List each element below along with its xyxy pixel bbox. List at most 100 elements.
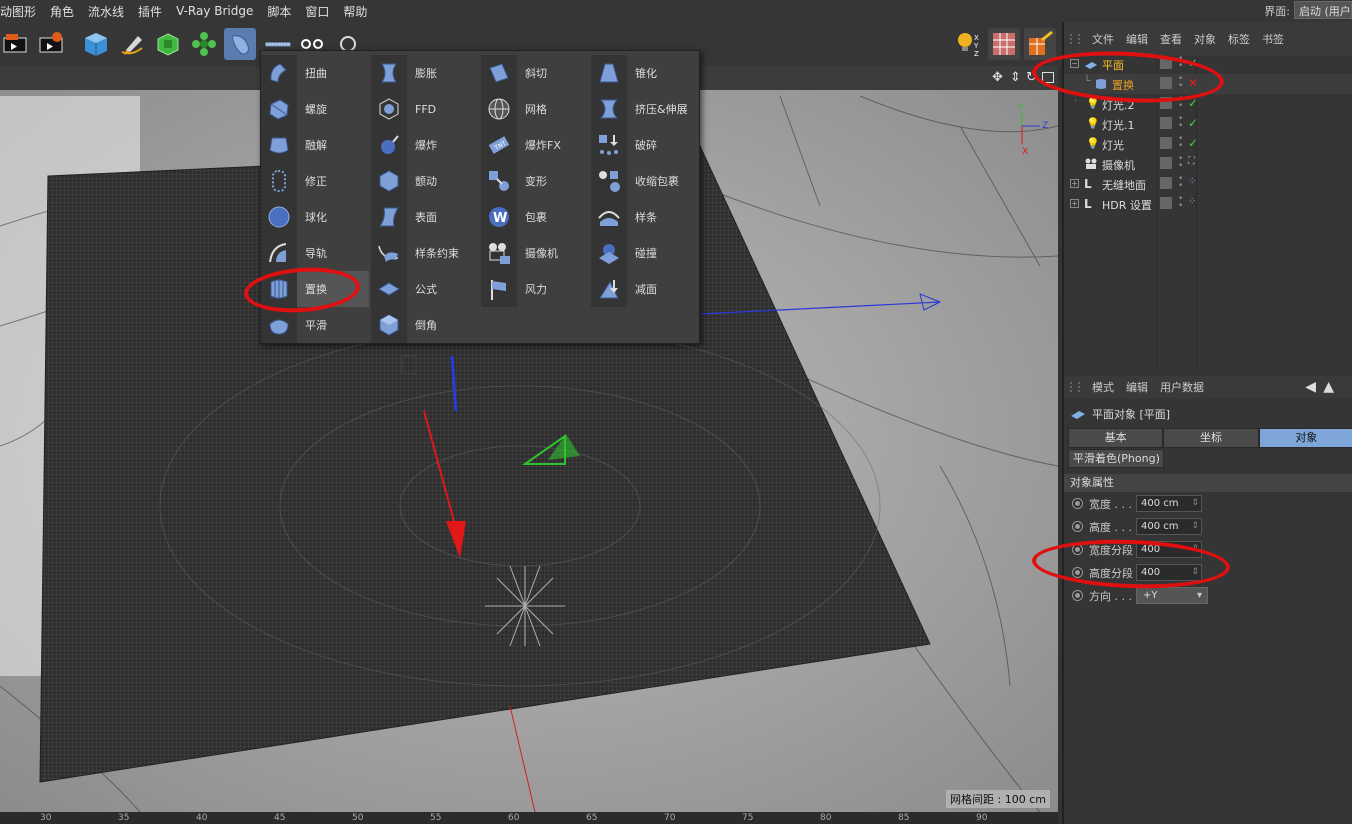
timeline-ruler[interactable]: 30 35 40 45 50 55 60 65 70 75 80 85 90: [0, 812, 1058, 824]
attr-menu-mode[interactable]: 模式: [1092, 379, 1114, 395]
object-row-camera[interactable]: 摄像机 • • ⛶: [1064, 154, 1352, 174]
menu-plugins[interactable]: 插件: [131, 3, 169, 20]
deformer-collision[interactable]: 碰撞: [591, 235, 699, 271]
back-arrow-icon[interactable]: ◀: [1305, 379, 1316, 395]
visibility-dots[interactable]: • •: [1178, 55, 1183, 71]
deformer-morph[interactable]: 变形: [481, 163, 589, 199]
deformer-surface[interactable]: 表面: [371, 199, 479, 235]
visibility-dots[interactable]: • •: [1178, 75, 1183, 91]
height-field[interactable]: 400 cm: [1136, 518, 1202, 535]
navigate-icon[interactable]: ✥: [992, 70, 1003, 85]
object-row-floor[interactable]: + L 无缝地面 • • ⁘: [1064, 174, 1352, 194]
render-view-icon[interactable]: [0, 28, 32, 60]
deformer-squash-stretch[interactable]: 挤压&伸展: [591, 91, 699, 127]
menu-script[interactable]: 脚本: [260, 3, 298, 20]
deformer-displacer[interactable]: 置换: [261, 271, 369, 307]
deformer-explosion-fx[interactable]: TNT 爆炸FX: [481, 127, 589, 163]
deformer-shatter[interactable]: 破碎: [591, 127, 699, 163]
layer-icon[interactable]: [1160, 77, 1172, 89]
layer-icon[interactable]: [1160, 117, 1172, 129]
expand-icon[interactable]: +: [1070, 199, 1079, 208]
deformer-shrink-wrap[interactable]: 收缩包裹: [591, 163, 699, 199]
width-segments-field[interactable]: 400: [1136, 541, 1202, 558]
camera-tag-icon[interactable]: ⛶: [1188, 156, 1195, 167]
animate-radio[interactable]: [1072, 498, 1083, 509]
tab-phong[interactable]: 平滑着色(Phong): [1068, 449, 1164, 468]
deformer-formula[interactable]: 公式: [371, 271, 479, 307]
om-menu-edit[interactable]: 编辑: [1126, 31, 1148, 47]
tab-coord[interactable]: 坐标: [1163, 428, 1259, 448]
tab-basic[interactable]: 基本: [1068, 428, 1164, 448]
tag-dots-icon[interactable]: ⁘: [1188, 196, 1196, 207]
object-row-displacer[interactable]: └ 置换 • • ✕: [1064, 74, 1352, 94]
height-segments-field[interactable]: 400: [1136, 564, 1202, 581]
object-row-light-2[interactable]: · 💡 灯光.2 • • ✓: [1064, 94, 1352, 114]
visibility-dots[interactable]: • •: [1178, 135, 1183, 151]
subdivision-icon[interactable]: [152, 28, 184, 60]
menu-mograph[interactable]: 动图形: [0, 3, 43, 20]
object-row-light[interactable]: 💡 灯光 • • ✓: [1064, 134, 1352, 154]
visibility-dots[interactable]: • •: [1178, 95, 1183, 111]
deformer-taper[interactable]: 锥化: [591, 55, 699, 91]
render-settings-icon[interactable]: [36, 28, 68, 60]
object-row-light-1[interactable]: 💡 灯光.1 • • ✓: [1064, 114, 1352, 134]
menu-window[interactable]: 窗口: [298, 3, 336, 20]
menu-pipeline[interactable]: 流水线: [81, 3, 131, 20]
maximize-view-icon[interactable]: [1042, 72, 1054, 83]
grid-snap-icon[interactable]: [988, 28, 1020, 60]
deformer-correction[interactable]: 修正: [261, 163, 369, 199]
menu-vray-bridge[interactable]: V-Ray Bridge: [169, 4, 260, 18]
visibility-dots[interactable]: • •: [1178, 115, 1183, 131]
deformer-camera[interactable]: 摄像机: [481, 235, 589, 271]
deformer-melt[interactable]: 融解: [261, 127, 369, 163]
attr-menu-userdata[interactable]: 用户数据: [1160, 379, 1204, 395]
deformer-ffd[interactable]: FFD: [371, 91, 479, 127]
animate-radio[interactable]: [1072, 521, 1083, 532]
tab-object[interactable]: 对象: [1258, 428, 1352, 448]
move-view-icon[interactable]: ⇕: [1010, 70, 1021, 85]
up-arrow-icon[interactable]: ▲: [1323, 379, 1334, 395]
layout-select[interactable]: 启动 (用户: [1294, 1, 1352, 19]
om-menu-bookmarks[interactable]: 书签: [1262, 31, 1284, 47]
check-icon[interactable]: ✓: [1188, 56, 1198, 70]
layer-icon[interactable]: [1160, 57, 1172, 69]
expand-icon[interactable]: +: [1070, 179, 1079, 188]
layer-icon[interactable]: [1160, 97, 1172, 109]
check-icon[interactable]: ✓: [1188, 96, 1198, 110]
deformer-rail[interactable]: 导轨: [261, 235, 369, 271]
array-icon[interactable]: [188, 28, 220, 60]
deformer-icon[interactable]: [224, 28, 256, 60]
deformer-polygon-reduction[interactable]: 减面: [591, 271, 699, 307]
bulb-axis-icon[interactable]: XYZ: [952, 28, 984, 60]
layer-icon[interactable]: [1160, 157, 1172, 169]
visibility-dots[interactable]: • •: [1178, 175, 1183, 191]
width-field[interactable]: 400 cm: [1136, 495, 1202, 512]
deformer-twist[interactable]: 螺旋: [261, 91, 369, 127]
animate-radio[interactable]: [1072, 567, 1083, 578]
paint-icon[interactable]: [1024, 28, 1056, 60]
object-row-plane[interactable]: − 平面 • • ✓: [1064, 54, 1352, 74]
deformer-smoothing[interactable]: 平滑: [261, 307, 369, 343]
layer-icon[interactable]: [1160, 197, 1172, 209]
om-menu-tags[interactable]: 标签: [1228, 31, 1250, 47]
visibility-dots[interactable]: • •: [1178, 155, 1183, 171]
pen-icon[interactable]: [116, 28, 148, 60]
panel-grip[interactable]: [1070, 382, 1080, 392]
collapse-icon[interactable]: −: [1070, 59, 1079, 68]
disabled-x-icon[interactable]: ✕: [1188, 76, 1198, 90]
deformer-wrap[interactable]: W 包裹: [481, 199, 589, 235]
animate-radio[interactable]: [1072, 590, 1083, 601]
visibility-dots[interactable]: • •: [1178, 195, 1183, 211]
orientation-dropdown[interactable]: +Y: [1136, 587, 1208, 604]
deformer-bend[interactable]: 扭曲: [261, 55, 369, 91]
menu-help[interactable]: 帮助: [336, 3, 374, 20]
check-icon[interactable]: ✓: [1188, 116, 1198, 130]
layer-icon[interactable]: [1160, 177, 1172, 189]
deformer-spline[interactable]: 样条: [591, 199, 699, 235]
panel-grip[interactable]: [1070, 34, 1080, 44]
deformer-bevel[interactable]: 倒角: [371, 307, 479, 343]
object-row-hdr[interactable]: + L HDR 设置 • • ⁘: [1064, 194, 1352, 214]
deformer-jiggle[interactable]: 颤动: [371, 163, 479, 199]
om-menu-object[interactable]: 对象: [1194, 31, 1216, 47]
check-icon[interactable]: ✓: [1188, 136, 1198, 150]
